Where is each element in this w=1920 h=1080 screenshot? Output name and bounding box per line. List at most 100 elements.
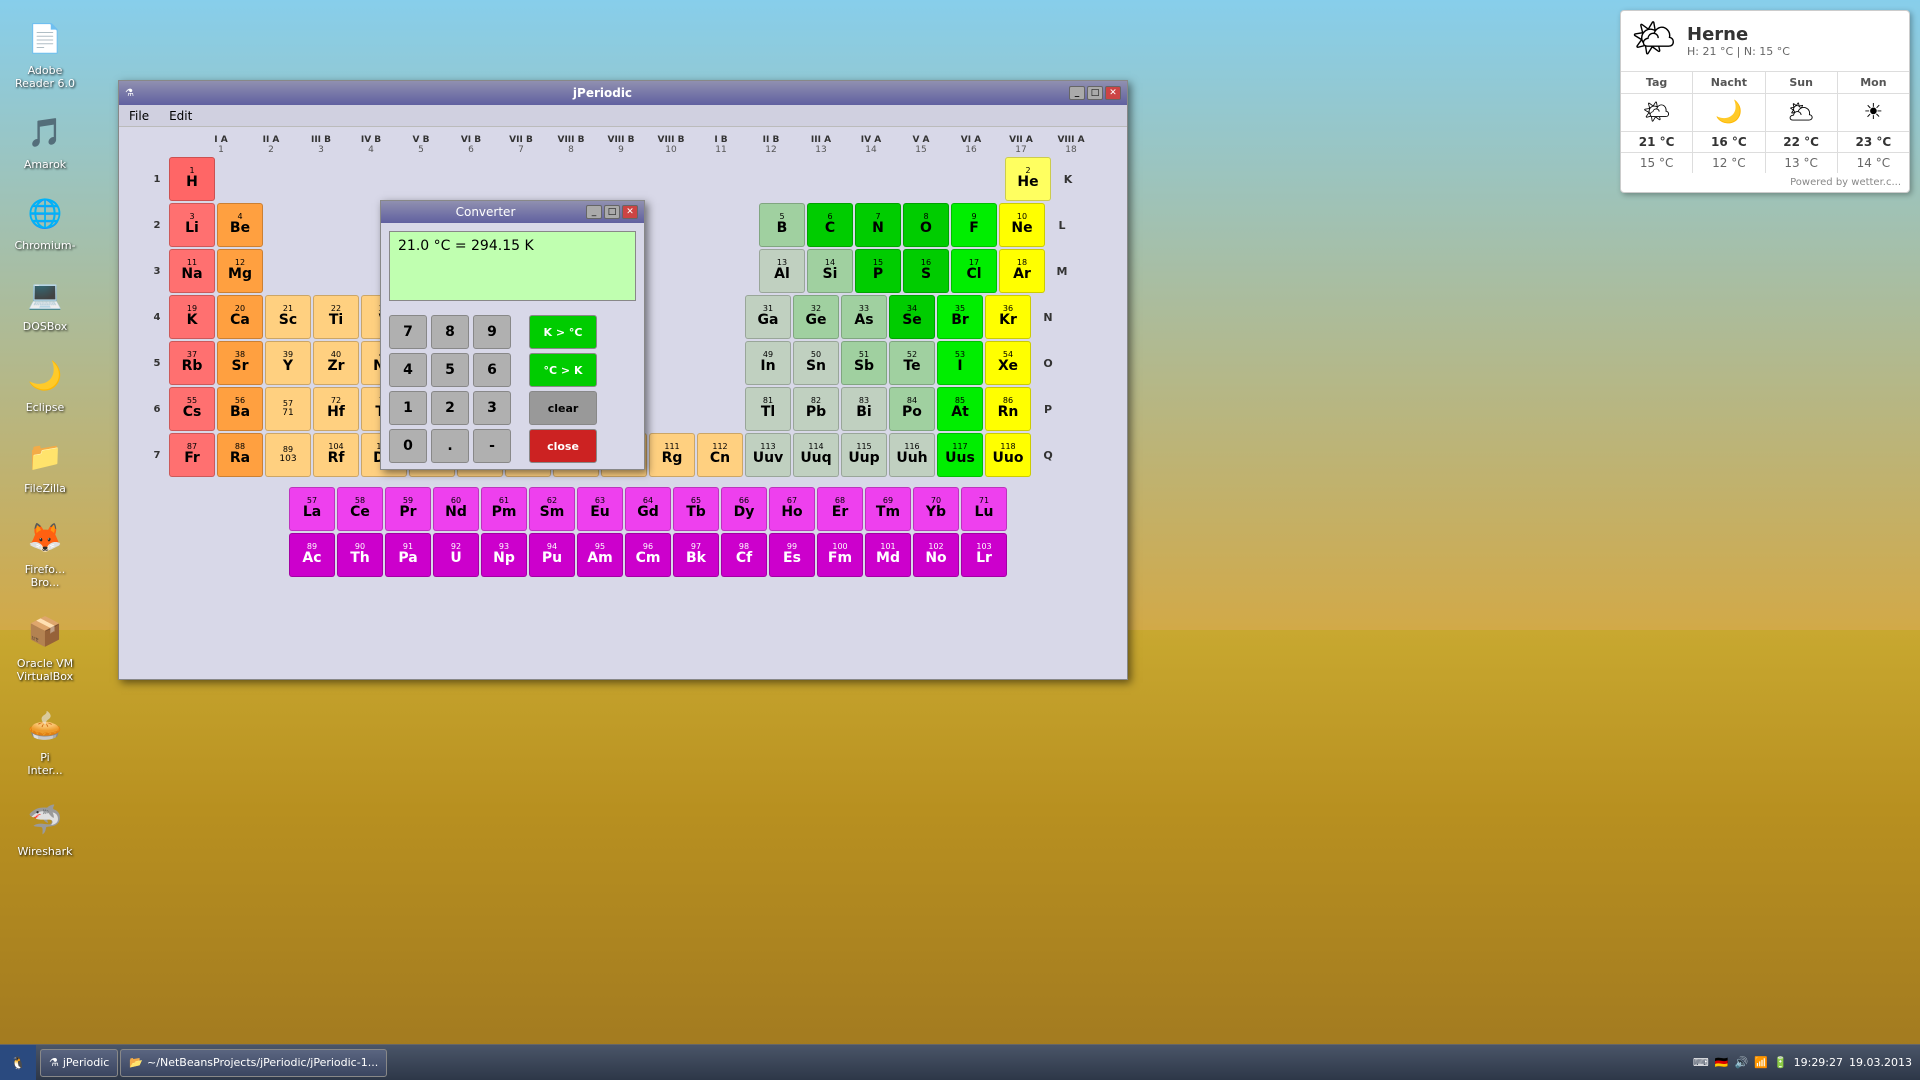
element-Po[interactable]: 84Po — [889, 387, 935, 431]
btn-0[interactable]: 0 — [389, 429, 427, 463]
conv-maximize-button[interactable]: □ — [604, 205, 620, 219]
element-Zr[interactable]: 40Zr — [313, 341, 359, 385]
element-Bk[interactable]: 97Bk — [673, 533, 719, 577]
element-At[interactable]: 85At — [937, 387, 983, 431]
element-Lr[interactable]: 103Lr — [961, 533, 1007, 577]
conv-close-button[interactable]: ✕ — [622, 205, 638, 219]
element-Tm[interactable]: 69Tm — [865, 487, 911, 531]
element-Dy[interactable]: 66Dy — [721, 487, 767, 531]
element-Es[interactable]: 99Es — [769, 533, 815, 577]
element-B[interactable]: 5B — [759, 203, 805, 247]
icon-amarok[interactable]: 🎵 Amarok — [10, 104, 80, 175]
element-Th[interactable]: 90Th — [337, 533, 383, 577]
element-Ne[interactable]: 10Ne — [999, 203, 1045, 247]
icon-filezilla[interactable]: 📁 FileZilla — [10, 428, 80, 499]
element-Pb[interactable]: 82Pb — [793, 387, 839, 431]
element-Rb[interactable]: 37Rb — [169, 341, 215, 385]
element-Xe[interactable]: 54Xe — [985, 341, 1031, 385]
menu-edit[interactable]: Edit — [165, 107, 196, 125]
element-Cf[interactable]: 98Cf — [721, 533, 767, 577]
element-Np[interactable]: 93Np — [481, 533, 527, 577]
btn-c-to-k[interactable]: °C > K — [529, 353, 597, 387]
element-Pa[interactable]: 91Pa — [385, 533, 431, 577]
element-Sn[interactable]: 50Sn — [793, 341, 839, 385]
btn-4[interactable]: 4 — [389, 353, 427, 387]
jperiodic-titlebar[interactable]: ⚗ jPeriodic _ □ ✕ — [119, 81, 1127, 105]
icon-pi[interactable]: 🥧 PiInter... — [10, 697, 80, 781]
menu-file[interactable]: File — [125, 107, 153, 125]
element-Fm[interactable]: 100Fm — [817, 533, 863, 577]
element-Tb[interactable]: 65Tb — [673, 487, 719, 531]
element-Uuq[interactable]: 114Uuq — [793, 433, 839, 477]
element-Cn[interactable]: 112Cn — [697, 433, 743, 477]
minimize-button[interactable]: _ — [1069, 86, 1085, 100]
element-Rn[interactable]: 86Rn — [985, 387, 1031, 431]
converter-titlebar[interactable]: Converter _ □ ✕ — [381, 201, 644, 223]
element-Y[interactable]: 39Y — [265, 341, 311, 385]
element-Pm[interactable]: 61Pm — [481, 487, 527, 531]
element-Li[interactable]: 3Li — [169, 203, 215, 247]
icon-dosbox[interactable]: 💻 DOSBox — [10, 266, 80, 337]
element-Hf[interactable]: 72Hf — [313, 387, 359, 431]
element-Al[interactable]: 13Al — [759, 249, 805, 293]
element-Uuo[interactable]: 118Uuo — [985, 433, 1031, 477]
element-Sm[interactable]: 62Sm — [529, 487, 575, 531]
element-Uut[interactable]: 113Uuv — [745, 433, 791, 477]
element-Kr[interactable]: 36Kr — [985, 295, 1031, 339]
maximize-button[interactable]: □ — [1087, 86, 1103, 100]
icon-oracle[interactable]: 📦 Oracle VMVirtualBox — [10, 603, 80, 687]
element-Bi[interactable]: 83Bi — [841, 387, 887, 431]
icon-adobe-reader[interactable]: 📄 AdobeReader 6.0 — [10, 10, 80, 94]
element-Ac[interactable]: 89Ac — [289, 533, 335, 577]
element-Er[interactable]: 68Er — [817, 487, 863, 531]
element-Cl[interactable]: 17Cl — [951, 249, 997, 293]
element-89-103[interactable]: 89103 — [265, 433, 311, 477]
element-Be[interactable]: 4Be — [217, 203, 263, 247]
element-Tl[interactable]: 81Tl — [745, 387, 791, 431]
start-button[interactable]: 🐧 — [0, 1045, 36, 1080]
element-S[interactable]: 16S — [903, 249, 949, 293]
element-Ho[interactable]: 67Ho — [769, 487, 815, 531]
taskbar-netbeans[interactable]: 📂 ~/NetBeansProjects/jPeriodic/jPeriodic… — [120, 1049, 387, 1077]
btn-5[interactable]: 5 — [431, 353, 469, 387]
element-Ba[interactable]: 56Ba — [217, 387, 263, 431]
element-Te[interactable]: 52Te — [889, 341, 935, 385]
element-U[interactable]: 92U — [433, 533, 479, 577]
element-Eu[interactable]: 63Eu — [577, 487, 623, 531]
element-Ga[interactable]: 31Ga — [745, 295, 791, 339]
element-Ge[interactable]: 32Ge — [793, 295, 839, 339]
element-He[interactable]: 2He — [1005, 157, 1051, 201]
btn-2[interactable]: 2 — [431, 391, 469, 425]
icon-eclipse[interactable]: 🌙 Eclipse — [10, 347, 80, 418]
icon-wireshark[interactable]: 🦈 Wireshark — [10, 791, 80, 862]
taskbar-jperiodic[interactable]: ⚗ jPeriodic — [40, 1049, 118, 1077]
element-57-71[interactable]: 5771 — [265, 387, 311, 431]
element-Ar[interactable]: 18Ar — [999, 249, 1045, 293]
btn-7[interactable]: 7 — [389, 315, 427, 349]
element-Sc[interactable]: 21Sc — [265, 295, 311, 339]
element-H[interactable]: 1H — [169, 157, 215, 201]
element-Se[interactable]: 34Se — [889, 295, 935, 339]
element-Pu[interactable]: 94Pu — [529, 533, 575, 577]
btn-1[interactable]: 1 — [389, 391, 427, 425]
element-Gd[interactable]: 64Gd — [625, 487, 671, 531]
element-Si[interactable]: 14Si — [807, 249, 853, 293]
element-Uus[interactable]: 117Uus — [937, 433, 983, 477]
icon-firefox[interactable]: 🦊 Firefo...Bro... — [10, 509, 80, 593]
element-Br[interactable]: 35Br — [937, 295, 983, 339]
element-Fr[interactable]: 87Fr — [169, 433, 215, 477]
element-Na[interactable]: 11Na — [169, 249, 215, 293]
element-As[interactable]: 33As — [841, 295, 887, 339]
icon-chromium[interactable]: 🌐 Chromium- — [10, 185, 80, 256]
element-No[interactable]: 102No — [913, 533, 959, 577]
element-F[interactable]: 9F — [951, 203, 997, 247]
element-Pr[interactable]: 59Pr — [385, 487, 431, 531]
btn-neg[interactable]: - — [473, 429, 511, 463]
element-In[interactable]: 49In — [745, 341, 791, 385]
element-Md[interactable]: 101Md — [865, 533, 911, 577]
element-Cs[interactable]: 55Cs — [169, 387, 215, 431]
btn-8[interactable]: 8 — [431, 315, 469, 349]
element-Sb[interactable]: 51Sb — [841, 341, 887, 385]
element-Mg[interactable]: 12Mg — [217, 249, 263, 293]
element-Sr[interactable]: 38Sr — [217, 341, 263, 385]
